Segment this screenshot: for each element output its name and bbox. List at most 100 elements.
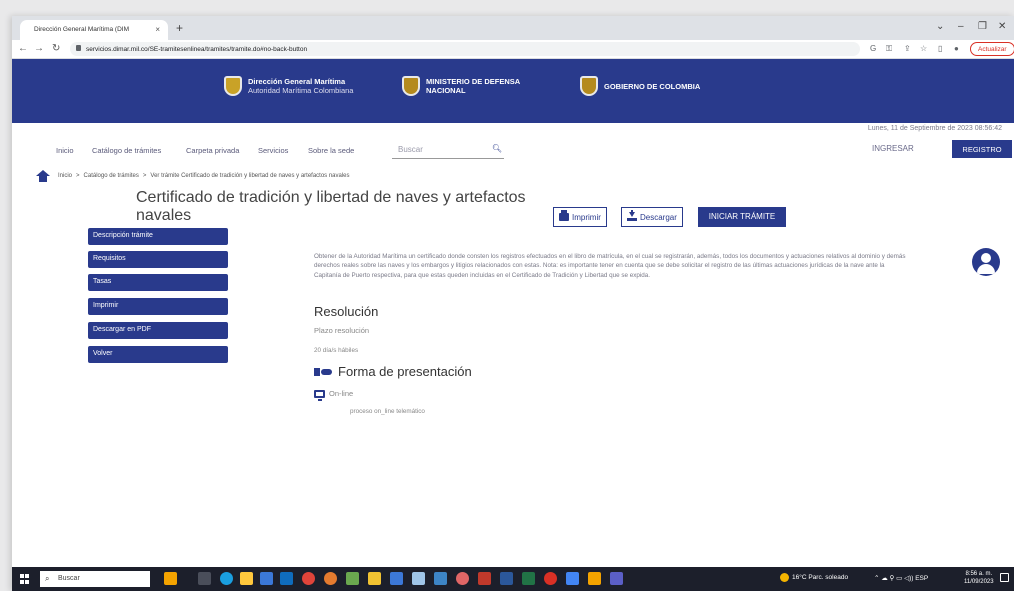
teams-icon[interactable] [610, 572, 623, 585]
registro-button[interactable]: REGISTRO [952, 140, 1012, 158]
maximize-button[interactable]: ❐ [978, 21, 987, 32]
excel-icon[interactable] [522, 572, 535, 585]
home-icon[interactable] [36, 170, 50, 182]
site-header: Dirección General Marítima Autoridad Mar… [12, 59, 1014, 123]
plazo-label: Plazo resolución [314, 326, 370, 335]
imprimir-label: Imprimir [572, 212, 601, 222]
app-icon-5[interactable] [390, 572, 403, 585]
language-indicator[interactable]: ESP [915, 575, 928, 582]
taskbar-search-placeholder: Buscar [58, 575, 80, 582]
back-arrow-icon[interactable]: ← [18, 43, 28, 54]
user-avatar-icon[interactable] [972, 248, 1000, 276]
nav-servicios[interactable]: Servicios [258, 146, 288, 155]
taskbar-clock[interactable]: 8:56 a. m. 11/09/2023 [964, 570, 994, 586]
page-title: Certificado de tradición y libertad de n… [136, 189, 526, 224]
update-button[interactable]: Actualizar [970, 42, 1014, 56]
app-icon-7[interactable] [434, 572, 447, 585]
search-input[interactable]: Buscar 🔍︎ [392, 142, 504, 159]
gobierno-text: GOBIERNO DE COLOMBIA [604, 81, 701, 91]
tab-close-icon[interactable]: × [155, 25, 160, 34]
file-explorer-icon[interactable] [240, 572, 253, 585]
star-icon[interactable]: ☆ [920, 44, 927, 53]
word-icon[interactable] [500, 572, 513, 585]
browser-tab[interactable]: Dirección General Marítima (DIM × [20, 20, 168, 40]
system-tray[interactable]: ⌃ ☁ ⚲ ▭ ◁)) ESP [874, 574, 928, 582]
app-icon-4[interactable] [368, 572, 381, 585]
app-icon-6[interactable] [412, 572, 425, 585]
new-tab-button[interactable]: + [176, 21, 183, 35]
edge-icon[interactable] [220, 572, 233, 585]
nav-inicio[interactable]: Inicio [56, 146, 74, 155]
taskbar-search-input[interactable]: ⌕ Buscar [40, 571, 150, 587]
minimize-button[interactable]: – [958, 21, 964, 32]
app-icon-3[interactable] [346, 572, 359, 585]
close-window-button[interactable]: ✕ [998, 21, 1006, 32]
nav-carpeta[interactable]: Carpeta privada [186, 146, 239, 155]
taskbar-date: 11/09/2023 [964, 579, 994, 585]
breadcrumb-catalogo[interactable]: Catálogo de trámites [84, 173, 139, 179]
weather-text[interactable]: 16°C Parc. soleado [792, 574, 848, 581]
profile-icon[interactable]: ● [954, 44, 959, 53]
breadcrumb-inicio[interactable]: Inicio [58, 173, 72, 179]
taskbar-search-icon: ⌕ [45, 574, 50, 583]
online-label: On-line [329, 389, 354, 398]
ingresar-link[interactable]: INGRESAR [872, 144, 914, 153]
app-icon-10[interactable] [588, 572, 601, 585]
gobierno-logo[interactable]: GOBIERNO DE COLOMBIA [580, 71, 700, 101]
descargar-label: Descargar [640, 212, 677, 222]
search-placeholder: Buscar [398, 145, 423, 154]
app-icon-8[interactable] [456, 572, 469, 585]
reload-icon[interactable]: ↻ [52, 43, 60, 54]
sidebar-item-descripcion[interactable]: Descripción trámite [88, 228, 228, 245]
sidebar-item-tasas[interactable]: Tasas [88, 274, 228, 291]
sidepanel-icon[interactable]: ▯ [938, 44, 942, 53]
address-bar-row: ← → ↻ servicios.dimar.mil.co/SE-tramites… [12, 40, 1014, 59]
tramite-description: Obtener de la Autoridad Marítima un cert… [314, 253, 906, 279]
descargar-button[interactable]: Descargar [621, 207, 683, 227]
nav-catalogo[interactable]: Catálogo de trámites [92, 146, 161, 155]
windows-start-icon[interactable] [20, 574, 30, 584]
powerpoint-icon[interactable] [478, 572, 491, 585]
forma-heading-text: Forma de presentación [338, 364, 472, 379]
store-icon[interactable] [260, 572, 273, 585]
iniciar-tramite-button[interactable]: INICIAR TRÁMITE [698, 207, 786, 227]
sidebar-item-requisitos[interactable]: Requisitos [88, 251, 228, 268]
resolucion-heading: Resolución [314, 304, 379, 319]
notification-icon[interactable] [1000, 573, 1009, 582]
weather-icon[interactable] [780, 573, 789, 582]
windows-taskbar: ⌕ Buscar 16°C Parc. soleado ⌃ ☁ ⚲ ▭ ◁)) … [12, 567, 1014, 591]
breadcrumb: Inicio > Catálogo de trámites > Ver trám… [36, 170, 350, 182]
colombia-shield-icon [402, 76, 420, 96]
key-icon[interactable]: ⚿ [886, 44, 892, 54]
tab-title: Dirección General Marítima (DIM [34, 26, 129, 33]
forma-presentacion-heading: Forma de presentación [314, 364, 472, 379]
forward-arrow-icon[interactable]: → [34, 43, 44, 54]
current-date: Lunes, 11 de Septiembre de 2023 08:56:42 [867, 125, 1002, 132]
share-icon[interactable]: ⇪ [904, 44, 911, 53]
dimar-title: Dirección General Marítima [248, 77, 346, 86]
nav-sobre-la-sede[interactable]: Sobre la sede [308, 146, 354, 155]
google-icon[interactable]: G [870, 44, 876, 53]
sidebar-item-volver[interactable]: Volver [88, 346, 228, 363]
plazo-value: 20 día/s hábiles [314, 347, 359, 354]
colombia-shield-icon-2 [580, 76, 598, 96]
tab-search-icon[interactable]: ⌄ [936, 21, 944, 32]
search-icon[interactable]: 🔍︎ [492, 144, 502, 153]
chrome-2-icon[interactable] [324, 572, 337, 585]
ministerio-text: MINISTERIO DE DEFENSA NACIONAL [426, 77, 520, 95]
chrome-icon[interactable] [302, 572, 315, 585]
imprimir-button[interactable]: Imprimir [553, 207, 607, 227]
ministerio-logo[interactable]: MINISTERIO DE DEFENSA NACIONAL [402, 71, 536, 101]
mail-icon[interactable] [280, 572, 293, 585]
dimar-logo[interactable]: Dirección General Marítima Autoridad Mar… [224, 71, 353, 101]
sidebar-item-imprimir[interactable]: Imprimir [88, 298, 228, 315]
breadcrumb-separator: > [142, 173, 147, 179]
url-input[interactable]: servicios.dimar.mil.co/SE-tramitesenline… [70, 42, 860, 56]
taskbar-app-icon[interactable] [164, 572, 177, 585]
taskview-icon[interactable] [198, 572, 211, 585]
app-icon-9[interactable] [566, 572, 579, 585]
breadcrumb-current: Ver trámite Certificado de tradición y l… [150, 173, 350, 179]
sidebar-item-descargar-pdf[interactable]: Descargar en PDF [88, 322, 228, 339]
opera-icon[interactable] [544, 572, 557, 585]
printer-icon [559, 210, 569, 221]
